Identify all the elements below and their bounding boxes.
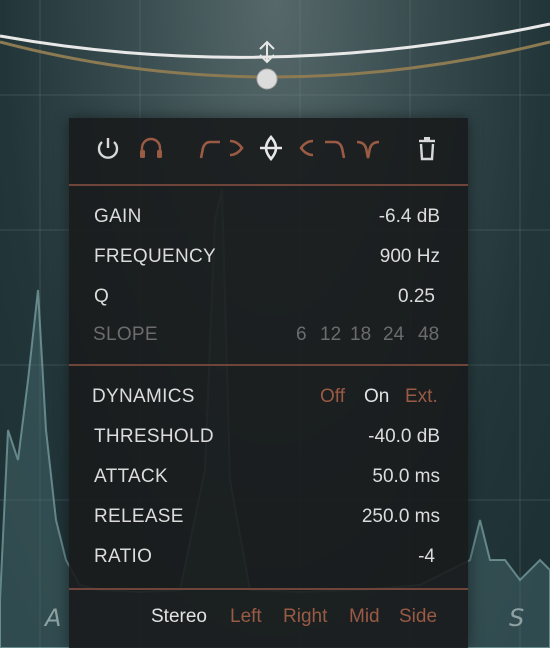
frequency-label: FREQUENCY xyxy=(94,246,216,267)
left-option[interactable]: Left xyxy=(230,606,262,628)
attack-value[interactable]: 50.0 ms xyxy=(372,466,440,488)
low-cut-icon[interactable] xyxy=(196,134,224,162)
dynamics-off-option[interactable]: Off xyxy=(320,386,345,408)
corner-label-right: S xyxy=(509,604,525,632)
threshold-label: THRESHOLD xyxy=(94,426,214,447)
mid-option[interactable]: Mid xyxy=(349,606,380,628)
stereo-mode-row: Stereo Left Right Mid Side xyxy=(69,602,468,632)
band-handle[interactable] xyxy=(256,40,278,90)
slope-option-24[interactable]: 24 xyxy=(383,324,404,346)
dynamics-on-option[interactable]: On xyxy=(364,386,389,408)
divider xyxy=(69,588,468,590)
gain-value[interactable]: -6.4 dB xyxy=(379,206,440,228)
headphones-icon[interactable] xyxy=(137,134,165,162)
dynamics-ext-option[interactable]: Ext. xyxy=(405,386,438,408)
q-value[interactable]: 0.25 xyxy=(398,286,435,308)
q-row[interactable]: Q 0.25 xyxy=(69,282,468,312)
release-value[interactable]: 250.0 ms xyxy=(362,506,440,528)
slope-option-6[interactable]: 6 xyxy=(296,324,307,346)
slope-option-12[interactable]: 12 xyxy=(320,324,341,346)
gain-row[interactable]: GAIN -6.4 dB xyxy=(69,202,468,232)
attack-label: ATTACK xyxy=(94,466,168,487)
divider xyxy=(69,184,468,186)
low-shelf-icon[interactable] xyxy=(224,134,252,162)
ratio-value[interactable]: -4 xyxy=(418,546,435,568)
dynamics-label: DYNAMICS xyxy=(92,386,195,407)
power-icon[interactable] xyxy=(94,134,122,162)
eq-curve xyxy=(0,22,550,59)
right-option[interactable]: Right xyxy=(283,606,327,628)
high-cut-icon[interactable] xyxy=(321,134,349,162)
notch-icon[interactable] xyxy=(354,134,382,162)
q-label: Q xyxy=(94,286,110,307)
slope-option-48[interactable]: 48 xyxy=(418,324,439,346)
high-shelf-icon[interactable] xyxy=(291,134,319,162)
dynamics-row: DYNAMICS Off On Ext. xyxy=(69,382,468,412)
gain-label: GAIN xyxy=(94,206,142,227)
threshold-row[interactable]: THRESHOLD -40.0 dB xyxy=(69,422,468,452)
slope-label: SLOPE xyxy=(93,324,158,345)
trash-icon[interactable] xyxy=(413,134,441,162)
stereo-option[interactable]: Stereo xyxy=(151,606,207,628)
band-toolbar xyxy=(69,118,468,184)
corner-label-left: A xyxy=(45,604,62,632)
attack-row[interactable]: ATTACK 50.0 ms xyxy=(69,462,468,492)
frequency-row[interactable]: FREQUENCY 900 Hz xyxy=(69,242,468,272)
slope-option-18[interactable]: 18 xyxy=(350,324,371,346)
frequency-value[interactable]: 900 Hz xyxy=(380,246,440,268)
threshold-value[interactable]: -40.0 dB xyxy=(368,426,440,448)
divider xyxy=(69,364,468,366)
release-label: RELEASE xyxy=(94,506,184,527)
ratio-label: RATIO xyxy=(94,546,153,567)
ratio-row[interactable]: RATIO -4 xyxy=(69,542,468,572)
slope-row: SLOPE 6 12 18 24 48 xyxy=(69,320,468,350)
release-row[interactable]: RELEASE 250.0 ms xyxy=(69,502,468,532)
bell-icon[interactable] xyxy=(257,134,285,162)
band-settings-panel: GAIN -6.4 dB FREQUENCY 900 Hz Q 0.25 SLO… xyxy=(69,118,468,648)
side-option[interactable]: Side xyxy=(399,606,437,628)
